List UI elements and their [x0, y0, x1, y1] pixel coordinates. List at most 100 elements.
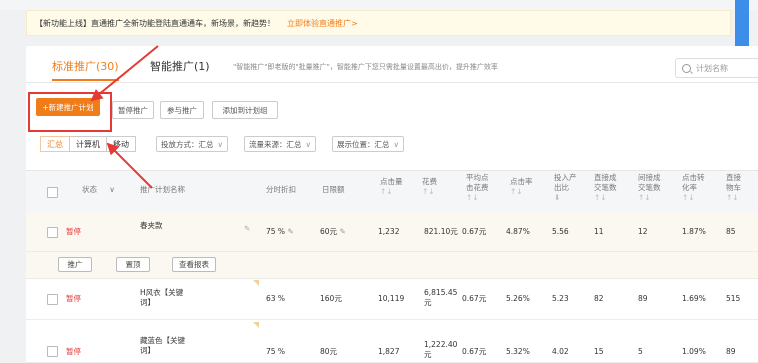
col-direct-2: 交笔数	[594, 183, 617, 192]
row-name[interactable]: 藏蓝色【关键	[140, 336, 185, 346]
row-direct: 82	[594, 294, 604, 303]
row-status[interactable]: 暂停	[66, 227, 81, 237]
edit-icon: ✎	[287, 227, 294, 236]
table-row[interactable]: 暂停 H风衣【关键 词】 63 % 160元 10,119 6,815.45 元…	[26, 278, 758, 320]
row-budget[interactable]: 160元	[320, 294, 342, 304]
add-group-button[interactable]: 添加到计划组	[212, 101, 278, 119]
row-conv: 1.09%	[682, 347, 706, 356]
col-conv[interactable]: 点击转 化率 ↑↓	[682, 173, 705, 203]
row-cost: 821.10元	[424, 227, 458, 236]
col-direct-1: 直接成	[594, 173, 617, 182]
col-fav[interactable]: 直接 物车 ↑↓	[726, 173, 741, 203]
row-clicks: 10,119	[378, 294, 405, 303]
row-cost: 6,815.45	[424, 288, 458, 297]
row-discount-value: 75 %	[266, 227, 286, 236]
chevron-down-icon: ∨	[217, 139, 224, 149]
segment-mobile[interactable]: 移动	[106, 136, 136, 152]
top-strip	[0, 0, 758, 10]
filter-position-label: 展示位置：汇总	[337, 139, 390, 149]
search-placeholder: 计划名称	[696, 63, 728, 73]
col-roi[interactable]: 投入产 出比 ⬇	[554, 173, 577, 203]
pencil-icon[interactable]: ✎	[244, 224, 250, 234]
row-status[interactable]: 暂停	[66, 347, 81, 357]
row-cpc: 0.67元	[462, 227, 487, 236]
row-cost: 1,222.40	[424, 340, 458, 349]
pause-button[interactable]: 暂停推广	[112, 101, 154, 119]
row-budget-value: 60元	[320, 227, 338, 236]
row-checkbox[interactable]	[47, 346, 58, 357]
join-button[interactable]: 参与推广	[160, 101, 204, 119]
row-indirect: 89	[638, 294, 648, 303]
sort-icon: ↑↓	[726, 193, 739, 202]
row-name[interactable]: H风衣【关键	[140, 288, 183, 298]
col-avg-cpc[interactable]: 平均点 击花费 ↑↓	[466, 173, 489, 203]
row-roi: 5.23	[552, 294, 569, 303]
row-roi: 4.02	[552, 347, 569, 356]
col-discount: 分时折扣	[266, 185, 296, 194]
pin-top-button[interactable]: 置顶	[116, 257, 150, 272]
col-fav-2: 物车	[726, 183, 741, 192]
row-roi: 5.56	[552, 227, 569, 236]
row-cpc: 0.67元	[462, 294, 487, 303]
row-ctr: 4.87%	[506, 227, 530, 236]
col-clicks[interactable]: 点击量 ↑↓	[380, 177, 403, 197]
segment-summary[interactable]: 汇总	[40, 136, 70, 152]
row-discount[interactable]: 75 %	[266, 347, 285, 357]
sort-down-icon: ⬇	[554, 193, 561, 202]
tab-description: "智能推广"即老版的"批量推广"，智能推广下您只需批量设置最高出价，提升推广效率	[233, 63, 498, 71]
promote-button[interactable]: 推广	[58, 257, 92, 272]
row-clicks: 1,232	[378, 227, 400, 236]
row-checkbox[interactable]	[47, 294, 58, 305]
col-ctr[interactable]: 点击率 ↑↓	[510, 177, 533, 197]
status-filter[interactable]: 状态 ∨	[82, 185, 115, 195]
row-direct: 11	[594, 227, 604, 236]
annotation-highlight-box	[28, 92, 112, 132]
search-input[interactable]: 计划名称	[675, 58, 758, 78]
row-name-2[interactable]: 词】	[140, 346, 155, 356]
filter-source[interactable]: 流量来源：汇总 ∨	[244, 136, 316, 152]
row-name-2[interactable]: 词】	[140, 298, 155, 308]
row-checkbox[interactable]	[47, 227, 58, 238]
tab-standard[interactable]: 标准推广(30)	[52, 58, 119, 81]
corner-marker	[253, 280, 259, 286]
notice-banner: 【新功能上线】直通推广全新功能登陆直通通车，新场景，新趋势！ 立即体验直通推广>	[26, 10, 731, 36]
col-cost[interactable]: 花费 ↑↓	[422, 177, 437, 197]
table-header: 状态 ∨ 推广计划名称 分时折扣 日限额 点击量 ↑↓ 花费 ↑↓ 平均点 击花费 ↑↓…	[26, 170, 758, 214]
row-status[interactable]: 暂停	[66, 294, 81, 304]
row-fav: 85	[726, 227, 736, 236]
chevron-down-icon: ∨	[109, 185, 115, 194]
notice-link[interactable]: 立即体验直通推广>	[287, 18, 358, 29]
filter-delivery-label: 投放方式：汇总	[161, 139, 214, 149]
col-conv-1: 点击转	[682, 173, 705, 182]
view-report-button[interactable]: 查看报表	[172, 257, 216, 272]
col-avg-cpc-1: 平均点	[466, 173, 489, 182]
segment-computer[interactable]: 计算机	[69, 136, 107, 152]
chevron-down-icon: ∨	[393, 139, 400, 149]
filter-delivery[interactable]: 投放方式：汇总 ∨	[156, 136, 228, 152]
col-fav-1: 直接	[726, 173, 741, 182]
row-direct: 15	[594, 347, 604, 356]
row-discount[interactable]: 75 % ✎	[266, 227, 294, 237]
sort-icon: ↑↓	[510, 187, 523, 196]
filter-position[interactable]: 展示位置：汇总 ∨	[332, 136, 404, 152]
col-conv-2: 化率	[682, 183, 697, 192]
col-direct[interactable]: 直接成 交笔数 ↑↓	[594, 173, 617, 203]
table-row[interactable]: 暂停 藏蓝色【关键 词】 75 % 80元 1,827 1,222.40 元 0…	[26, 320, 758, 363]
row-discount[interactable]: 63 %	[266, 294, 285, 304]
row-conv: 1.69%	[682, 294, 706, 303]
col-indirect[interactable]: 间接成 交笔数 ↑↓	[638, 173, 661, 203]
row-fav: 89	[726, 347, 736, 356]
tab-smart[interactable]: 智能推广(1)	[150, 58, 210, 74]
row-name[interactable]: 春夹款	[140, 221, 163, 231]
table-row[interactable]: 暂停 春夹款 ✎ 75 % ✎ 60元 ✎ 1,232 821.10元 0.67…	[26, 212, 758, 252]
col-ctr-label: 点击率	[510, 177, 533, 186]
col-indirect-1: 间接成	[638, 173, 661, 182]
edit-icon: ✎	[339, 227, 346, 236]
col-cost-label: 花费	[422, 177, 437, 186]
device-segment: 汇总 计算机 移动	[40, 136, 136, 152]
main-panel: 标准推广(30) 智能推广(1) "智能推广"即老版的"批量推广"，智能推广下您…	[26, 46, 758, 363]
select-all-checkbox[interactable]	[47, 187, 58, 198]
sort-icon: ↑↓	[422, 187, 435, 196]
row-budget[interactable]: 60元 ✎	[320, 227, 346, 237]
row-budget[interactable]: 80元	[320, 347, 337, 357]
